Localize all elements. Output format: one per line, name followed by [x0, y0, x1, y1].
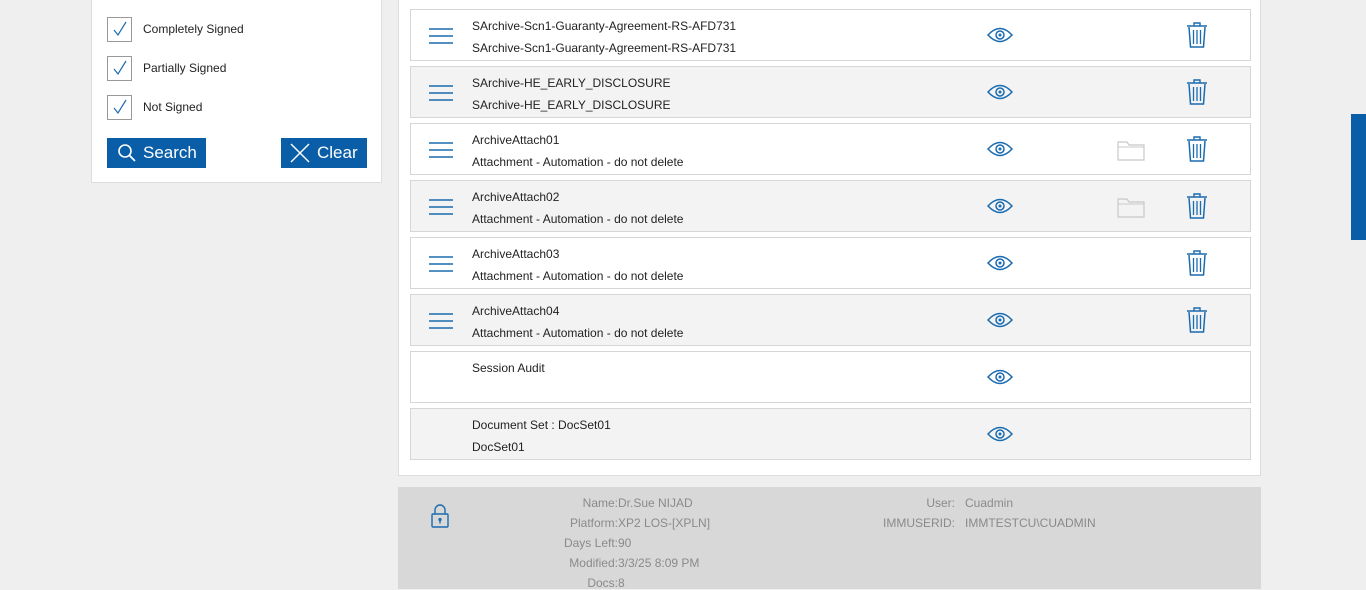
document-row[interactable]: ArchiveAttach03 Attachment - Automation -… [410, 237, 1251, 289]
document-subtitle: SArchive-HE_EARLY_DISCLOSURE [472, 98, 671, 112]
view-eye-icon[interactable] [987, 140, 1013, 158]
menu-icon[interactable] [427, 253, 455, 275]
check-icon [113, 99, 127, 115]
menu-icon[interactable] [427, 25, 455, 47]
days-left-value: 90 [618, 536, 632, 550]
document-title: ArchiveAttach04 [472, 304, 560, 318]
platform-value: XP2 LOS-[XPLN] [618, 516, 711, 530]
folder-icon[interactable] [1117, 196, 1145, 218]
modified-value: 3/3/25 8:09 PM [618, 556, 700, 570]
not-signed-checkbox[interactable] [107, 94, 132, 120]
close-icon [290, 143, 310, 163]
trash-icon[interactable] [1186, 192, 1208, 220]
view-eye-icon[interactable] [987, 83, 1013, 101]
trash-icon[interactable] [1186, 78, 1208, 106]
trash-icon[interactable] [1186, 249, 1208, 277]
signature-filter-panel: Completely Signed Partially Signed Not S… [91, 0, 382, 183]
filter-completely-signed[interactable]: Completely Signed [107, 15, 244, 43]
clear-button[interactable]: Clear [281, 138, 367, 168]
document-row[interactable]: ArchiveAttach02 Attachment - Automation -… [410, 180, 1251, 232]
document-list: SArchive-Scn1-Guaranty-Agreement-RS-AFD7… [398, 0, 1261, 476]
user-value: Cuadmin [965, 496, 1014, 510]
menu-icon[interactable] [427, 139, 455, 161]
completely-signed-label: Completely Signed [143, 22, 244, 36]
trash-icon[interactable] [1186, 21, 1208, 49]
document-row[interactable]: ArchiveAttach04 Attachment - Automation -… [410, 294, 1251, 346]
view-eye-icon[interactable] [987, 311, 1013, 329]
document-title: SArchive-Scn1-Guaranty-Agreement-RS-AFD7… [472, 19, 737, 33]
docs-label: Docs: [587, 576, 618, 590]
document-subtitle: Attachment - Automation - do not delete [472, 155, 684, 169]
search-button-label: Search [143, 143, 197, 162]
document-subtitle: Attachment - Automation - do not delete [472, 269, 684, 283]
document-row[interactable]: SArchive-HE_EARLY_DISCLOSURE SArchive-HE_… [410, 66, 1251, 118]
not-signed-label: Not Signed [143, 100, 203, 114]
modified-label: Modified: [569, 556, 618, 570]
side-panel-tab[interactable] [1351, 114, 1366, 240]
view-eye-icon[interactable] [987, 425, 1013, 443]
document-subtitle: Attachment - Automation - do not delete [472, 326, 684, 340]
filter-not-signed[interactable]: Not Signed [107, 93, 202, 121]
platform-label: Platform: [569, 516, 618, 530]
document-subtitle: DocSet01 [472, 440, 525, 454]
partially-signed-checkbox[interactable] [107, 55, 132, 81]
document-title: Session Audit [472, 361, 545, 375]
search-icon [118, 144, 136, 162]
trash-icon[interactable] [1186, 135, 1208, 163]
document-row[interactable]: Document Set : DocSet01 DocSet01 [410, 408, 1251, 460]
days-left-label: Days Left: [563, 536, 618, 550]
document-subtitle: Attachment - Automation - do not delete [472, 212, 684, 226]
docs-value: 8 [618, 576, 625, 590]
document-title: ArchiveAttach02 [472, 190, 560, 204]
menu-icon[interactable] [427, 310, 455, 332]
document-title: Document Set : DocSet01 [472, 418, 611, 432]
clear-button-label: Clear [317, 143, 358, 162]
name-value: Dr.Sue NIJAD [618, 496, 693, 510]
completely-signed-checkbox[interactable] [107, 16, 132, 42]
document-row[interactable]: ArchiveAttach01 Attachment - Automation -… [410, 123, 1251, 175]
document-title: ArchiveAttach03 [472, 247, 560, 261]
folder-icon[interactable] [1117, 139, 1145, 161]
immuserid-label: IMMUSERID: [883, 516, 955, 530]
document-title: SArchive-HE_EARLY_DISCLOSURE [472, 76, 671, 90]
document-row[interactable]: SArchive-Scn1-Guaranty-Agreement-RS-AFD7… [410, 9, 1251, 61]
immuserid-value: IMMTESTCU\CUADMIN [965, 516, 1096, 530]
search-button[interactable]: Search [107, 138, 206, 168]
menu-icon[interactable] [427, 196, 455, 218]
document-row[interactable]: Session Audit [410, 351, 1251, 403]
user-label: User: [926, 496, 955, 510]
filter-partially-signed[interactable]: Partially Signed [107, 54, 226, 82]
partially-signed-label: Partially Signed [143, 61, 227, 75]
view-eye-icon[interactable] [987, 368, 1013, 386]
menu-icon[interactable] [427, 82, 455, 104]
check-icon [113, 21, 127, 37]
check-icon [113, 60, 127, 76]
view-eye-icon[interactable] [987, 26, 1013, 44]
lock-icon[interactable] [430, 503, 450, 529]
name-label: Name: [582, 496, 618, 510]
trash-icon[interactable] [1186, 306, 1208, 334]
document-title: ArchiveAttach01 [472, 133, 560, 147]
view-eye-icon[interactable] [987, 197, 1013, 215]
view-eye-icon[interactable] [987, 254, 1013, 272]
document-subtitle: SArchive-Scn1-Guaranty-Agreement-RS-AFD7… [472, 41, 737, 55]
session-info-panel: Name: Dr.Sue NIJAD Platform: XP2 LOS-[XP… [398, 487, 1261, 590]
